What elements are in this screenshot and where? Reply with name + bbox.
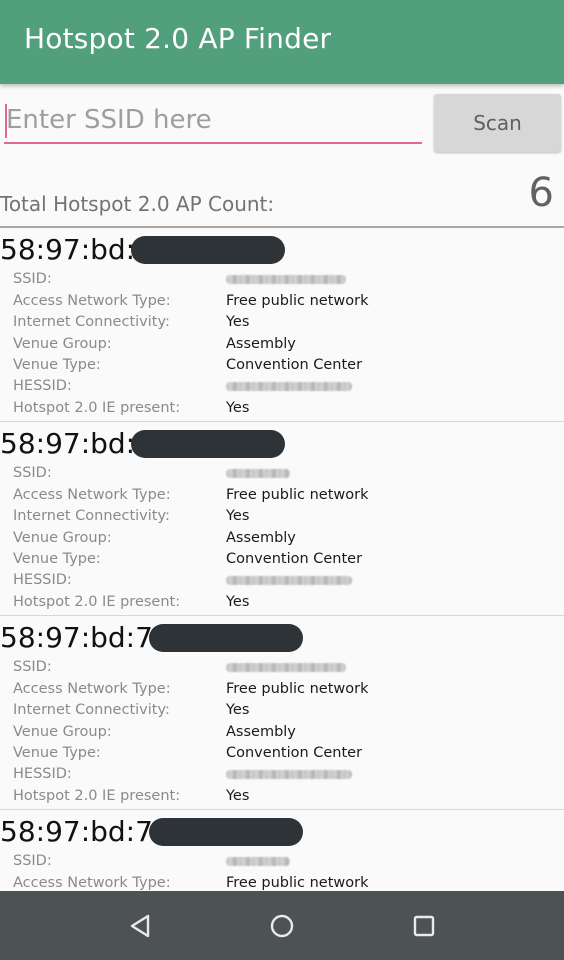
ap-count-row: Total Hotspot 2.0 AP Count: 6: [0, 164, 564, 228]
access-network-type-value: Free public network: [226, 875, 369, 891]
app-title: Hotspot 2.0 AP Finder: [24, 22, 332, 55]
ap-count-label: Total Hotspot 2.0 AP Count:: [0, 192, 275, 216]
hs20-present-value: Yes: [226, 788, 250, 804]
ssid-value-blurred: [226, 659, 346, 676]
venue-group-label: Venue Group:: [13, 530, 112, 546]
app-bar: Hotspot 2.0 AP Finder: [0, 0, 564, 84]
hs20-present-row: Hotspot 2.0 IE present: Yes: [0, 788, 564, 809]
ap-list-item[interactable]: 58:97:bd:7 SSID: Access Network Type: Fr…: [0, 616, 564, 810]
hessid-row: HESSID:: [0, 378, 564, 399]
ap-count-value: 6: [528, 170, 554, 216]
ssid-row: SSID:: [0, 659, 564, 680]
access-network-type-label: Access Network Type:: [13, 875, 171, 891]
access-network-type-label: Access Network Type:: [13, 293, 171, 309]
venue-group-row: Venue Group: Assembly: [0, 530, 564, 551]
ssid-value-blurred: [226, 465, 290, 482]
venue-group-row: Venue Group: Assembly: [0, 336, 564, 357]
recents-square-icon[interactable]: [409, 911, 439, 941]
venue-group-label: Venue Group:: [13, 724, 112, 740]
internet-connectivity-row: Internet Connectivity: Yes: [0, 314, 564, 335]
bssid-text: 58:97:bd:: [0, 427, 136, 460]
bssid-row: 58:97:bd:: [0, 427, 286, 463]
redaction-mark: [148, 817, 303, 846]
bssid-text: 58:97:bd:7: [0, 815, 153, 848]
access-network-type-value: Free public network: [226, 293, 369, 309]
bssid-row: 58:97:bd:7: [0, 815, 303, 851]
venue-group-value: Assembly: [226, 336, 296, 352]
hs20-present-row: Hotspot 2.0 IE present: Yes: [0, 400, 564, 421]
internet-connectivity-value: Yes: [226, 508, 250, 524]
hs20-present-value: Yes: [226, 400, 250, 416]
venue-type-value: Convention Center: [226, 357, 363, 373]
ssid-label: SSID:: [13, 659, 52, 675]
bssid-text: 58:97:bd:7: [0, 621, 153, 654]
hessid-label: HESSID:: [13, 378, 72, 394]
venue-group-row: Venue Group: Assembly: [0, 724, 564, 745]
internet-connectivity-value: Yes: [226, 702, 250, 718]
hs20-present-label: Hotspot 2.0 IE present:: [13, 594, 181, 610]
hessid-value-blurred: [226, 572, 352, 589]
internet-connectivity-label: Internet Connectivity:: [13, 702, 170, 718]
access-network-type-row: Access Network Type: Free public network: [0, 875, 564, 891]
ap-list-item[interactable]: 58:97:bd: SSID: Access Network Type: Fre…: [0, 228, 564, 422]
hessid-value-blurred: [226, 766, 352, 783]
hessid-row: HESSID:: [0, 766, 564, 787]
venue-type-row: Venue Type: Convention Center: [0, 745, 564, 766]
internet-connectivity-row: Internet Connectivity: Yes: [0, 508, 564, 529]
home-circle-icon[interactable]: [267, 911, 297, 941]
ssid-label: SSID:: [13, 853, 52, 869]
hessid-label: HESSID:: [13, 572, 72, 588]
access-network-type-value: Free public network: [226, 487, 369, 503]
venue-type-value: Convention Center: [226, 551, 363, 567]
search-row: Scan: [0, 84, 564, 164]
redaction-mark: [148, 623, 303, 652]
venue-type-label: Venue Type:: [13, 357, 101, 373]
access-network-type-label: Access Network Type:: [13, 487, 171, 503]
venue-type-label: Venue Type:: [13, 745, 101, 761]
hs20-present-label: Hotspot 2.0 IE present:: [13, 400, 181, 416]
internet-connectivity-label: Internet Connectivity:: [13, 508, 170, 524]
system-nav-bar: [0, 891, 564, 960]
hessid-label: HESSID:: [13, 766, 72, 782]
back-triangle-icon[interactable]: [126, 911, 156, 941]
ssid-row: SSID:: [0, 271, 564, 292]
ssid-label: SSID:: [13, 271, 52, 287]
internet-connectivity-row: Internet Connectivity: Yes: [0, 702, 564, 723]
hs20-present-row: Hotspot 2.0 IE present: Yes: [0, 594, 564, 615]
bssid-row: 58:97:bd:: [0, 233, 286, 269]
venue-type-label: Venue Type:: [13, 551, 101, 567]
ssid-row: SSID:: [0, 853, 564, 874]
venue-group-value: Assembly: [226, 530, 296, 546]
redaction-mark: [131, 429, 286, 458]
ssid-value-blurred: [226, 853, 290, 870]
internet-connectivity-label: Internet Connectivity:: [13, 314, 170, 330]
scan-button[interactable]: Scan: [434, 94, 561, 152]
bssid-text: 58:97:bd:: [0, 233, 136, 266]
access-network-type-row: Access Network Type: Free public network: [0, 293, 564, 314]
access-network-type-label: Access Network Type:: [13, 681, 171, 697]
ssid-row: SSID:: [0, 465, 564, 486]
hs20-present-value: Yes: [226, 594, 250, 610]
hessid-value-blurred: [226, 378, 352, 395]
hessid-row: HESSID:: [0, 572, 564, 593]
ssid-value-blurred: [226, 271, 346, 288]
venue-type-row: Venue Type: Convention Center: [0, 551, 564, 572]
ssid-input[interactable]: [4, 98, 422, 144]
access-network-type-row: Access Network Type: Free public network: [0, 487, 564, 508]
venue-group-value: Assembly: [226, 724, 296, 740]
ssid-label: SSID:: [13, 465, 52, 481]
internet-connectivity-value: Yes: [226, 314, 250, 330]
hs20-present-label: Hotspot 2.0 IE present:: [13, 788, 181, 804]
redaction-mark: [131, 235, 286, 264]
venue-group-label: Venue Group:: [13, 336, 112, 352]
access-network-type-value: Free public network: [226, 681, 369, 697]
text-cursor: [5, 104, 7, 138]
access-network-type-row: Access Network Type: Free public network: [0, 681, 564, 702]
bssid-row: 58:97:bd:7: [0, 621, 303, 657]
venue-type-value: Convention Center: [226, 745, 363, 761]
venue-type-row: Venue Type: Convention Center: [0, 357, 564, 378]
ap-list-item[interactable]: 58:97:bd: SSID: Access Network Type: Fre…: [0, 422, 564, 616]
ap-list-item[interactable]: 58:97:bd:7 SSID: Access Network Type: Fr…: [0, 810, 564, 891]
ap-list[interactable]: 58:97:bd: SSID: Access Network Type: Fre…: [0, 228, 564, 891]
